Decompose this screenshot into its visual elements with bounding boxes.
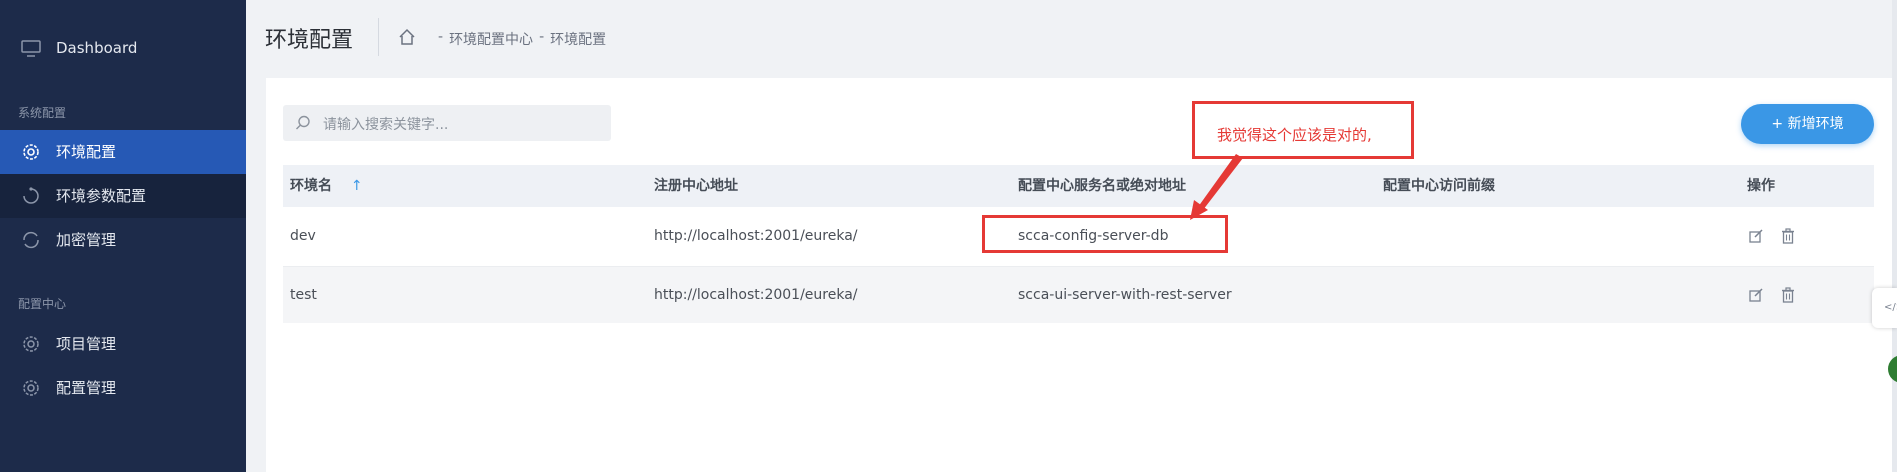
breadcrumb-item[interactable]: 环境配置中心 <box>449 29 533 49</box>
cell-registry: http://localhost:2001/eureka/ <box>654 287 858 303</box>
breadcrumb-separator: - <box>539 29 545 45</box>
sidebar-item-dashboard[interactable]: Dashboard <box>0 26 246 70</box>
column-header-registry: 注册中心地址 <box>654 178 738 194</box>
nav-group-config: 配置中心 <box>18 297 67 311</box>
cell-name: test <box>290 287 317 303</box>
home-icon[interactable] <box>398 28 416 46</box>
column-header-name[interactable]: 环境名 ↑ <box>290 165 363 207</box>
cell-service: scca-ui-server-with-rest-server <box>1018 287 1232 303</box>
monitor-icon <box>21 40 41 57</box>
breadcrumb-separator: - <box>438 29 444 45</box>
sidebar: Dashboard 系统配置 环境配置 环境参数配置 加密管理 配置中心 项目管… <box>0 0 246 472</box>
table-header: 环境名 ↑ 注册中心地址 配置中心服务名或绝对地址 配置中心访问前缀 操作 <box>283 165 1874 207</box>
cycle-icon <box>23 187 39 204</box>
add-environment-button[interactable]: + 新增环境 <box>1741 104 1874 144</box>
search-icon <box>296 115 310 130</box>
sidebar-item-label: 加密管理 <box>56 231 117 249</box>
gear-icon <box>23 336 39 352</box>
sidebar-item-label: 环境参数配置 <box>56 187 147 205</box>
column-header-label: 环境名 <box>290 178 332 194</box>
sidebar-item-label: 环境配置 <box>56 143 117 161</box>
delete-icon[interactable] <box>1780 228 1796 244</box>
table-row: test http://localhost:2001/eureka/ scca-… <box>283 266 1874 323</box>
edit-icon[interactable] <box>1748 228 1764 244</box>
sidebar-item-env-params[interactable]: 环境参数配置 <box>0 174 246 218</box>
edit-icon[interactable] <box>1748 287 1764 303</box>
sidebar-item-label: Dashboard <box>56 39 138 57</box>
code-icon: </> <box>1884 302 1897 313</box>
sort-ascending-icon[interactable]: ↑ <box>351 178 363 194</box>
gear-icon <box>23 144 39 160</box>
breadcrumb-item: 环境配置 <box>550 32 607 48</box>
sidebar-item-env-config[interactable]: 环境配置 <box>0 130 246 174</box>
sidebar-item-label: 配置管理 <box>56 379 117 397</box>
breadcrumb: - 环境配置中心 - 环境配置 <box>438 29 606 49</box>
cell-registry: http://localhost:2001/eureka/ <box>654 228 858 244</box>
column-header-service: 配置中心服务名或绝对地址 <box>1018 178 1186 194</box>
sidebar-item-config-mgmt[interactable]: 配置管理 <box>0 366 246 410</box>
annotation-text: 我觉得这个应该是对的, <box>1217 126 1372 144</box>
search-placeholder: 请输入搜索关键字... <box>323 117 449 133</box>
page-title: 环境配置 <box>265 28 354 53</box>
column-header-actions: 操作 <box>1747 178 1775 194</box>
delete-icon[interactable] <box>1780 287 1796 303</box>
search-input[interactable]: 请输入搜索关键字... <box>283 105 611 141</box>
cell-name: dev <box>290 228 316 244</box>
gear-icon <box>23 380 39 396</box>
scrollbar[interactable] <box>1892 0 1897 472</box>
divider <box>378 18 379 56</box>
column-header-prefix: 配置中心访问前缀 <box>1383 178 1495 194</box>
refresh-icon <box>23 231 39 249</box>
sidebar-item-label: 项目管理 <box>56 335 117 353</box>
sidebar-item-encryption[interactable]: 加密管理 <box>0 218 246 262</box>
sidebar-item-projects[interactable]: 项目管理 <box>0 322 246 366</box>
annotation-arrow-icon <box>1190 154 1243 220</box>
code-view-tab[interactable]: </> <box>1872 288 1897 328</box>
nav-group-system: 系统配置 <box>18 106 67 120</box>
